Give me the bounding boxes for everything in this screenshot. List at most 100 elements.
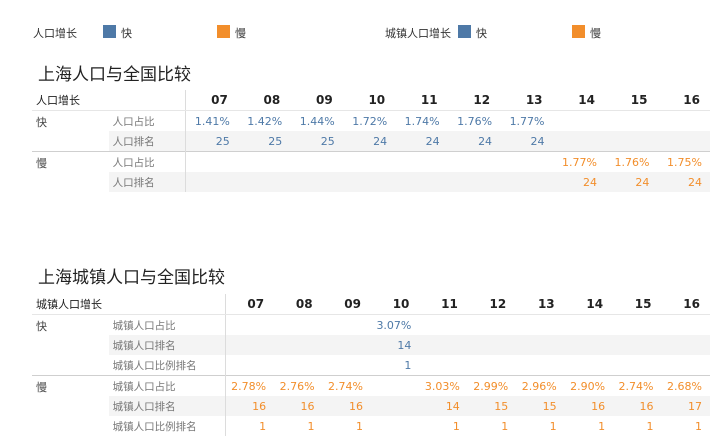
value-cell[interactable]: 1.74% [395, 111, 447, 132]
value-cell[interactable]: 2.90% [564, 375, 614, 396]
value-cell[interactable]: 1.41% [184, 110, 238, 131]
value-cell[interactable]: 24 [342, 131, 396, 152]
value-cell[interactable]: 25 [237, 131, 291, 152]
value-cell[interactable]: 1.77% [500, 111, 552, 132]
column-header-year[interactable]: 15 [613, 294, 662, 315]
value-cell[interactable]: 1 [565, 416, 613, 436]
column-header-year[interactable]: 16 [657, 90, 710, 111]
column-header-year[interactable]: 10 [370, 294, 420, 315]
value-cell[interactable]: 25 [184, 131, 238, 152]
value-cell[interactable]: 2.74% [322, 375, 371, 396]
legend-slow-label[interactable]: 慢 [235, 25, 246, 41]
value-cell [605, 111, 657, 132]
value-cell[interactable]: 14 [370, 335, 420, 355]
column-header-year[interactable]: 08 [237, 90, 291, 111]
legend-urban-slow-swatch[interactable] [572, 25, 585, 38]
value-cell[interactable]: 16 [613, 396, 662, 416]
value-cell[interactable]: 1 [613, 416, 661, 436]
value-cell[interactable]: 1.72% [343, 111, 395, 132]
column-header-year[interactable]: 07 [184, 90, 238, 111]
value-cell[interactable]: 16 [564, 396, 614, 416]
value-cell [237, 172, 291, 192]
value-cell[interactable]: 1.77% [552, 151, 605, 172]
value-cell[interactable]: 1 [323, 416, 371, 436]
value-cell[interactable]: 16 [322, 396, 371, 416]
value-cell[interactable]: 1 [419, 416, 467, 436]
value-cell [274, 355, 322, 376]
legend-urban-fast-swatch[interactable] [458, 25, 471, 38]
group-label[interactable]: 快 [32, 315, 109, 376]
value-cell [661, 335, 710, 355]
value-cell [274, 335, 323, 355]
column-header-year[interactable]: 07 [225, 294, 275, 315]
value-cell [662, 315, 711, 336]
measure-label: 城镇人口比例排名 [112, 420, 197, 433]
value-cell[interactable]: 2.96% [516, 375, 565, 396]
value-cell[interactable]: 1 [516, 416, 564, 436]
legend-urban-fast-label[interactable]: 快 [476, 25, 487, 41]
column-header-year[interactable]: 09 [322, 294, 371, 315]
value-cell[interactable]: 25 [290, 131, 343, 152]
value-cell[interactable]: 2.99% [467, 375, 517, 396]
value-cell [613, 335, 662, 355]
value-cell[interactable]: 1 [468, 416, 516, 436]
value-cell[interactable]: 15 [467, 396, 517, 416]
value-cell [516, 355, 564, 376]
value-cell [565, 355, 613, 376]
value-cell[interactable]: 1 [371, 355, 419, 376]
value-cell[interactable]: 15 [516, 396, 565, 416]
column-header-year[interactable]: 13 [516, 294, 565, 315]
value-cell [371, 416, 419, 436]
column-header-year[interactable]: 13 [500, 90, 553, 111]
value-cell[interactable]: 1.76% [604, 151, 658, 172]
column-header-year[interactable]: 10 [342, 90, 396, 111]
value-cell[interactable]: 1.75% [657, 151, 710, 172]
group-label[interactable]: 慢 [32, 375, 109, 436]
column-header-year[interactable]: 15 [604, 90, 658, 111]
value-cell[interactable]: 16 [274, 396, 323, 416]
group-label[interactable]: 快 [32, 111, 109, 152]
legend-slow-swatch[interactable] [217, 25, 230, 38]
column-header-year[interactable]: 14 [552, 90, 605, 111]
legend-fast-swatch[interactable] [103, 25, 116, 38]
value-cell[interactable]: 24 [500, 131, 553, 152]
value-cell[interactable]: 14 [419, 396, 468, 416]
value-cell[interactable]: 1.76% [448, 111, 500, 132]
value-cell [419, 315, 467, 336]
column-header-year[interactable]: 14 [564, 294, 614, 315]
column-header-year[interactable]: 12 [447, 90, 501, 111]
urban-population-table: 城镇人口增长 07 08 09 10 11 12 13 14 15 16 快城镇人口占比 3.07% 城… [32, 294, 710, 436]
value-cell[interactable]: 2.76% [274, 375, 323, 396]
value-cell [467, 335, 517, 355]
value-cell[interactable]: 17 [661, 396, 710, 416]
value-cell[interactable]: 2.74% [613, 375, 662, 396]
value-cell[interactable]: 1 [662, 416, 711, 436]
measure-label: 人口占比 [108, 151, 186, 172]
value-cell[interactable]: 1.42% [238, 111, 290, 132]
value-cell[interactable]: 24 [552, 172, 605, 192]
value-cell[interactable]: 24 [447, 131, 501, 152]
measure-label: 城镇人口占比 [108, 375, 226, 396]
value-cell[interactable]: 2.78% [225, 375, 275, 396]
value-cell[interactable]: 16 [225, 396, 275, 416]
column-header-year[interactable]: 12 [467, 294, 517, 315]
legend-fast-label[interactable]: 快 [121, 25, 132, 41]
legend-urban-slow-label[interactable]: 慢 [590, 25, 601, 41]
group-label[interactable]: 慢 [32, 151, 109, 192]
column-header-year[interactable]: 11 [419, 294, 468, 315]
value-cell[interactable]: 24 [395, 131, 448, 152]
value-cell[interactable]: 3.07% [371, 315, 419, 336]
measure-label: 人口排名 [108, 131, 186, 152]
value-cell[interactable]: 2.68% [661, 375, 710, 396]
column-header-year[interactable]: 11 [395, 90, 448, 111]
value-cell[interactable]: 3.03% [419, 375, 468, 396]
column-header-year[interactable]: 08 [274, 294, 323, 315]
value-cell[interactable]: 24 [604, 172, 658, 192]
value-cell [370, 375, 420, 396]
value-cell[interactable]: 1.44% [290, 111, 342, 132]
value-cell[interactable]: 1 [225, 416, 275, 436]
value-cell[interactable]: 24 [657, 172, 710, 192]
column-header-year[interactable]: 16 [661, 294, 710, 315]
value-cell[interactable]: 1 [274, 416, 322, 436]
column-header-year[interactable]: 09 [290, 90, 343, 111]
